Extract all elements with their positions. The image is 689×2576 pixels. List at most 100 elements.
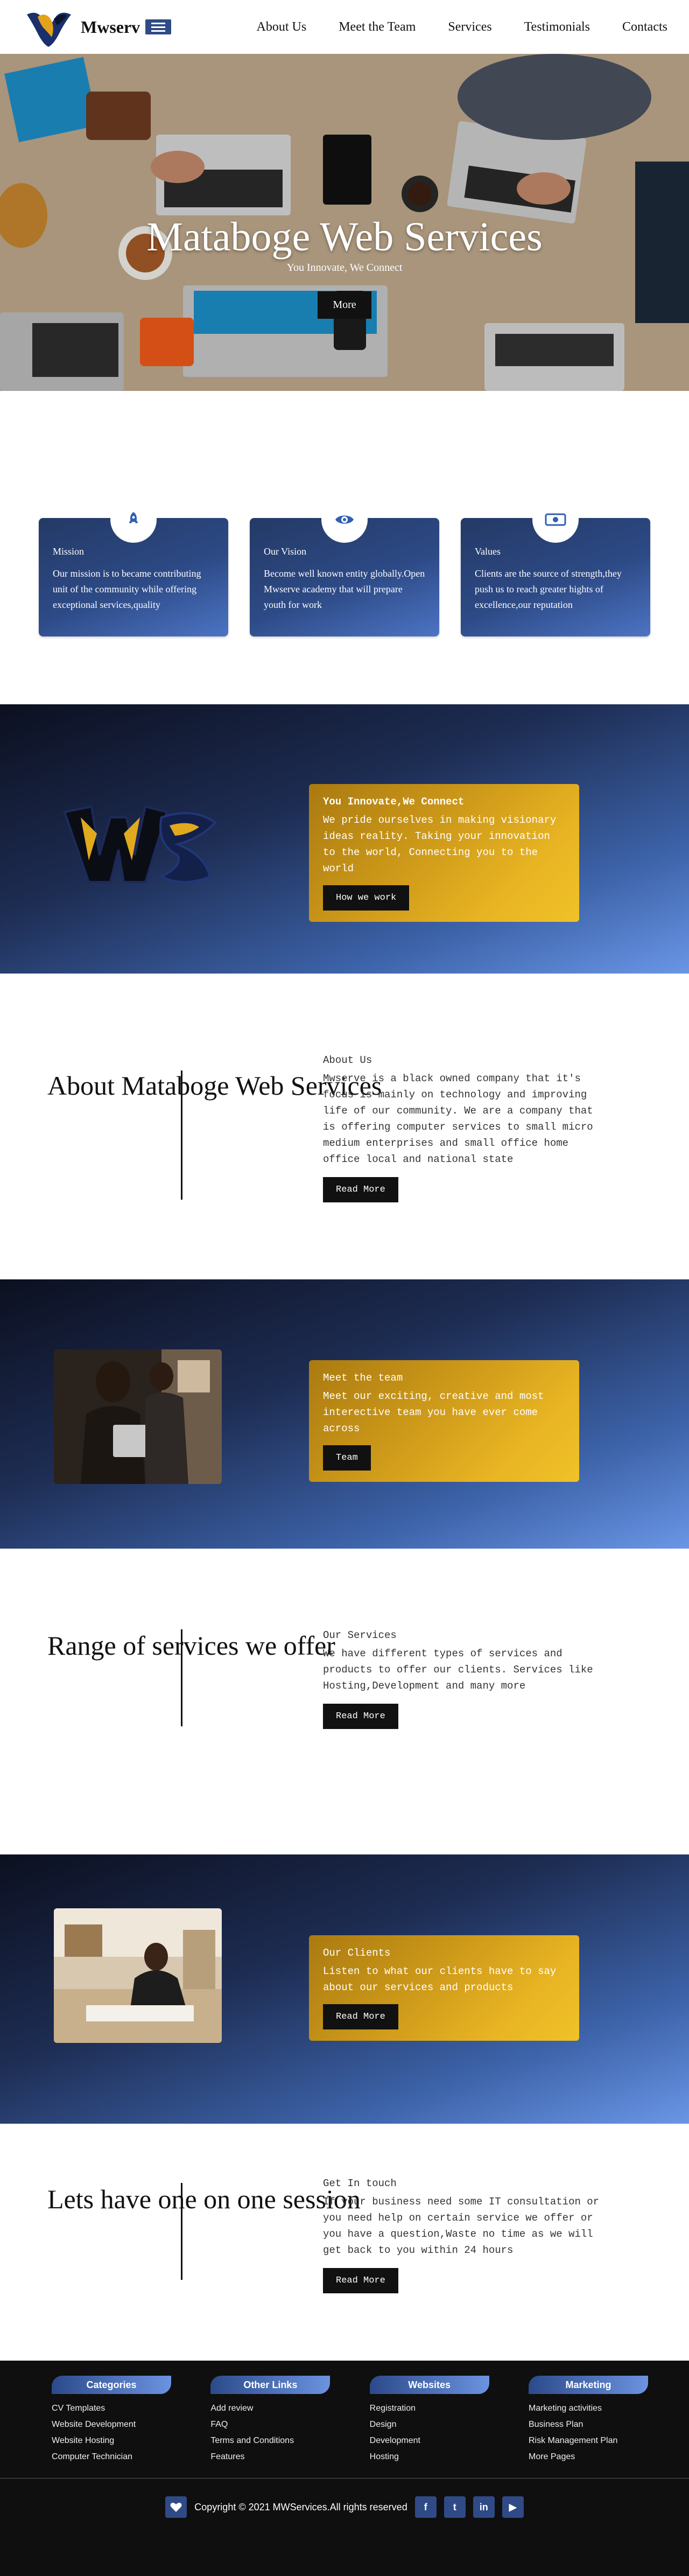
- contact-heading: Lets have one on one session: [47, 2184, 361, 2214]
- vision-card: Our Vision Become well known entity glob…: [250, 496, 439, 636]
- card-title: Mission: [53, 546, 85, 557]
- footer-link[interactable]: Website Hosting: [52, 2433, 175, 2449]
- about-text: Mwserve is a black owned company that it…: [323, 1073, 593, 1165]
- footer-column-categories: Categories CV Templates Website Developm…: [52, 2376, 175, 2465]
- rocket-icon: [110, 496, 157, 543]
- footer-columns: Categories CV Templates Website Developm…: [0, 2361, 689, 2465]
- about-section: About Mataboge Web Services About Us Mws…: [0, 974, 689, 1279]
- services-text: We have different types of services and …: [323, 1648, 593, 1692]
- about-content: About Us Mwserve is a black owned compan…: [323, 1054, 603, 1202]
- logo[interactable]: [22, 4, 75, 50]
- nav-link-team[interactable]: Meet the Team: [339, 20, 416, 34]
- team-text: Meet our exciting, creative and most int…: [323, 1390, 544, 1434]
- vertical-divider: [181, 1629, 182, 1726]
- how-we-work-button[interactable]: How we work: [323, 885, 410, 911]
- innovate-section: You Innovate,We Connect We pride ourselv…: [0, 704, 689, 974]
- hero: Mataboge Web Services You Innovate, We C…: [0, 54, 689, 391]
- footer-link[interactable]: Computer Technician: [52, 2449, 175, 2465]
- vertical-divider: [181, 1070, 182, 1200]
- footer-column-websites: Websites Registration Design Development…: [369, 2376, 494, 2465]
- footer-link[interactable]: Website Development: [52, 2417, 175, 2433]
- footer-link[interactable]: Marketing activities: [529, 2400, 652, 2417]
- vertical-divider: [181, 2183, 182, 2280]
- footer-link[interactable]: Development: [370, 2433, 494, 2449]
- team-photo: [54, 1349, 222, 1484]
- footer-link[interactable]: CV Templates: [52, 2400, 175, 2417]
- nav-link-services[interactable]: Services: [448, 20, 491, 34]
- card-text: Clients are the source of strength,they …: [475, 568, 622, 610]
- footer-column-title: Websites: [369, 2376, 489, 2394]
- footer-column-title: Categories: [52, 2376, 171, 2394]
- values-card: Values Clients are the source of strengt…: [461, 496, 650, 636]
- nav-links: About Us Meet the Team Services Testimon…: [257, 20, 667, 34]
- hero-more-button[interactable]: More: [318, 291, 371, 319]
- youtube-icon[interactable]: ▶: [502, 2496, 524, 2518]
- footer-link[interactable]: Registration: [370, 2400, 494, 2417]
- footer-link[interactable]: More Pages: [529, 2449, 652, 2465]
- copyright-text: Copyright © 2021 MWServices.All rights r…: [194, 2501, 407, 2512]
- mission-card: Mission Our mission is to became contrib…: [39, 496, 228, 636]
- services-read-more-button[interactable]: Read More: [323, 1704, 398, 1729]
- about-title: About Us: [323, 1054, 372, 1066]
- clients-text: Listen to what our clients have to say a…: [323, 1965, 557, 1993]
- footer-column-other-links: Other Links Add review FAQ Terms and Con…: [210, 2376, 334, 2465]
- footer-link[interactable]: Add review: [210, 2400, 334, 2417]
- team-button[interactable]: Team: [323, 1445, 371, 1471]
- contact-text: If your business need some IT consultati…: [323, 2196, 600, 2256]
- footer-link[interactable]: Terms and Conditions: [210, 2433, 334, 2449]
- services-content: Our Services We have different types of …: [323, 1629, 603, 1729]
- mission-vision-values: Mission Our mission is to became contrib…: [0, 391, 689, 704]
- footer-link[interactable]: Design: [370, 2417, 494, 2433]
- footer-link[interactable]: Business Plan: [529, 2417, 652, 2433]
- services-section: Range of services we offer Our Services …: [0, 1549, 689, 1854]
- card-title: Our Vision: [264, 546, 307, 557]
- footer-column-title: Other Links: [210, 2376, 331, 2394]
- brand: Mwserv: [22, 4, 172, 50]
- eye-icon: [321, 496, 368, 543]
- card-text: Become well known entity globally.Open M…: [264, 568, 425, 610]
- mw-logo-image: [63, 805, 217, 883]
- brand-name[interactable]: Mwserv: [81, 17, 140, 37]
- clients-title: Our Clients: [323, 1947, 391, 1959]
- innovate-title: You Innovate,We Connect: [323, 796, 465, 808]
- clients-section: Our Clients Listen to what our clients h…: [0, 1854, 689, 2124]
- team-box: Meet the team Meet our exciting, creativ…: [309, 1360, 579, 1482]
- navbar: Mwserv About Us Meet the Team Services T…: [0, 0, 689, 54]
- linkedin-icon[interactable]: in: [473, 2496, 495, 2518]
- footer-column-title: Marketing: [528, 2376, 648, 2394]
- footer-link[interactable]: FAQ: [210, 2417, 334, 2433]
- money-icon: [532, 496, 579, 543]
- innovate-box: You Innovate,We Connect We pride ourselv…: [309, 784, 579, 922]
- nav-link-about[interactable]: About Us: [257, 20, 307, 34]
- hero-content: Mataboge Web Services You Innovate, We C…: [0, 215, 689, 319]
- footer-link[interactable]: Hosting: [370, 2449, 494, 2465]
- services-heading: Range of services we offer: [47, 1630, 335, 1661]
- footer-link[interactable]: Risk Management Plan: [529, 2433, 652, 2449]
- nav-link-testimonials[interactable]: Testimonials: [524, 20, 590, 34]
- services-title: Our Services: [323, 1629, 397, 1641]
- contact-content: Get In touch If your business need some …: [323, 2178, 603, 2293]
- innovate-text: We pride ourselves in making visionary i…: [323, 814, 557, 874]
- team-title: Meet the team: [323, 1372, 403, 1384]
- twitter-icon[interactable]: t: [444, 2496, 466, 2518]
- card-text: Our mission is to became contributing un…: [53, 568, 201, 610]
- about-read-more-button[interactable]: Read More: [323, 1177, 398, 1202]
- hamburger-icon: [151, 22, 166, 24]
- facebook-icon[interactable]: f: [414, 2496, 437, 2518]
- menu-toggle-button[interactable]: [145, 19, 172, 34]
- contact-section: Lets have one on one session Get In touc…: [0, 2124, 689, 2361]
- footer-column-marketing: Marketing Marketing activities Business …: [528, 2376, 652, 2465]
- card-title: Values: [475, 546, 501, 557]
- footer-bottom: Copyright © 2021 MWServices.All rights r…: [0, 2496, 689, 2518]
- team-section: Meet the team Meet our exciting, creativ…: [0, 1279, 689, 1549]
- nav-link-contacts[interactable]: Contacts: [622, 20, 667, 34]
- clients-photo: [54, 1908, 222, 2043]
- footer-link[interactable]: Features: [210, 2449, 334, 2465]
- contact-title: Get In touch: [323, 2178, 397, 2189]
- clients-read-more-button[interactable]: Read More: [323, 2004, 398, 2029]
- footer-divider: [0, 2478, 689, 2479]
- footer: Categories CV Templates Website Developm…: [0, 2361, 689, 2576]
- heart-icon: [165, 2496, 187, 2518]
- hero-subtitle: You Innovate, We Connect: [286, 262, 403, 274]
- contact-read-more-button[interactable]: Read More: [323, 2268, 398, 2293]
